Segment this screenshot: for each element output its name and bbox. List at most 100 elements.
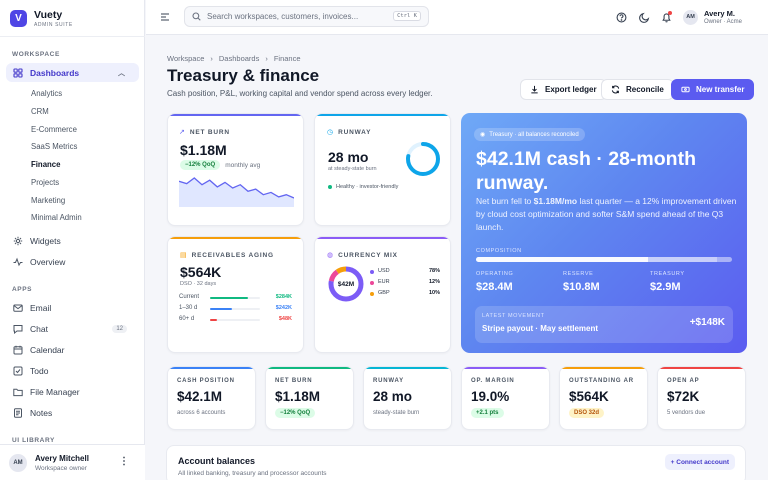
account-label: RESERVE [563,271,594,277]
hero-title: $42.1M cash · 28-month runway. [476,148,696,194]
aging-row: 60+ d $48K [179,316,292,324]
kpi-card: NET BURN $1.18M −12% QoQ [265,366,354,430]
treasury-hero-card: ◉ Treasury · all balances reconciled $42… [461,113,747,353]
latest-movement[interactable]: LATEST MOVEMENT Stripe payout · May sett… [475,306,733,343]
card-accent [315,237,450,239]
moon-icon[interactable] [637,10,651,24]
sidebar-item-todo[interactable]: Todo [6,361,139,380]
aging-track [210,318,260,321]
aging-fill [210,307,232,310]
sidebar-item-email[interactable]: Email [6,298,139,317]
kpi-card: OUTSTANDING AR $564K DSO 32d [559,366,648,430]
kpi-sub: 5 vendors due [667,407,705,416]
button-label: New transfer [696,85,745,94]
sidebar-sub-finance[interactable]: Finance [31,160,60,169]
notification-dot [668,11,672,15]
page-description: Cash position, P&L, working capital and … [167,89,433,98]
kpi-label: OP. MARGIN [471,378,515,384]
aging-track [210,307,260,310]
dashboard-icon [13,67,23,78]
new-transfer-button[interactable]: New transfer [671,79,755,100]
receivables-note: DSO · 32 days [180,281,217,287]
section-ui-library: UI LIBRARY [12,437,55,444]
composition-segment [476,257,648,262]
currency-legend-item: GBP 10% [370,290,440,298]
section-title: Account balances [178,456,256,466]
export-ledger-button[interactable]: Export ledger [520,79,607,100]
shortcut-hint: Ctrl K [393,11,421,21]
kpi-sub: +2.1 pts [471,407,504,418]
folder-icon [13,388,23,396]
card-label: CURRENCY MIX [338,251,398,259]
kpi-sub: across 6 accounts [177,407,225,416]
kpi-value: 19.0% [471,389,510,404]
kpi-sub: −12% QoQ [275,407,316,418]
kpi-subtext: 5 vendors due [667,410,706,416]
movement-value: +$148K [689,317,725,328]
sidebar-item-file-manager[interactable]: File Manager [6,382,139,401]
runway-value: 28 mo [328,149,369,165]
widgets-icon [13,236,23,245]
card-accent [266,367,353,369]
movement-label: LATEST MOVEMENT [482,313,545,319]
kpi-value: 28 mo [373,389,413,404]
legend-pct: 78% [428,268,440,274]
sidebar-item-label: Email [30,302,52,313]
sidebar-sub-ecommerce[interactable]: E-Commerce [31,125,77,134]
kpi-sub: steady-state burn [373,407,419,416]
sidebar-item-overview[interactable]: Overview [6,252,139,271]
sidebar-sub-minimal-admin[interactable]: Minimal Admin [31,213,82,222]
sidebar-item-chat[interactable]: Chat 12 [6,319,139,338]
card-label: RECEIVABLES AGING [191,251,274,259]
button-label: Reconcile [626,85,664,94]
breadcrumb-item[interactable]: Dashboards [219,54,259,63]
brand[interactable]: V Vuety ADMIN SUITE [10,9,73,28]
legend-dot [370,291,374,296]
sidebar-item-dashboards[interactable]: Dashboards ︿ [6,63,139,82]
topbar-user[interactable]: AM Avery M. Owner · Acme [683,9,742,25]
account-label: OPERATING [476,271,514,277]
sidebar-sub-marketing[interactable]: Marketing [31,196,65,205]
runway-gauge [406,142,440,176]
hero-text-part: Net burn fell to [476,196,534,206]
sidebar-user[interactable]: AM Avery Mitchell Workspace owner ⋮ [0,444,145,480]
card-accent [168,367,255,369]
currency-legend-item: EUR 12% [370,279,440,287]
legend-pct: 12% [428,279,440,285]
sidebar-sub-projects[interactable]: Projects [31,178,59,187]
sidebar-sub-analytics[interactable]: Analytics [31,89,62,98]
connect-account-button[interactable]: + Connect account [664,454,735,470]
kpi-badge: −12% QoQ [275,408,316,418]
sidebar-sub-saas-metrics[interactable]: SaaS Metrics [31,142,77,151]
sidebar-item-widgets[interactable]: Widgets [6,231,139,250]
composition-segment [647,257,717,262]
sidebar-item-notes[interactable]: Notes [6,403,139,422]
help-icon[interactable] [614,10,628,24]
sidebar-item-label: Widgets [30,235,61,246]
reconcile-button[interactable]: Reconcile [601,79,674,100]
chat-count-badge: 12 [112,324,127,333]
brand-logo: V [10,10,27,27]
avatar: AM [683,9,698,25]
bell-icon[interactable] [659,10,673,24]
breadcrumb-item: Finance [273,54,301,63]
search-input[interactable]: Search workspaces, customers, invoices..… [184,6,429,27]
hero-text: Net burn fell to $1.18M/mo last quarter … [476,195,738,234]
more-vertical-icon[interactable]: ⋮ [119,456,129,467]
sidebar-item-label: Overview [30,256,66,267]
account-value: $10.8M [563,281,600,293]
kpi-card: OP. MARGIN 19.0% +2.1 pts [461,366,550,430]
legend-pct: 10% [428,290,440,296]
sidebar-item-label: Dashboards [30,67,80,78]
card-accent [658,367,745,369]
activity-icon [13,257,23,266]
sidebar-item-calendar[interactable]: Calendar [6,340,139,359]
card-accent [168,237,303,239]
aging-fill [210,296,248,299]
breadcrumb-item[interactable]: Workspace [167,54,204,63]
movement-text: Stripe payout · May settlement [482,324,599,333]
card-accent [315,114,450,116]
menu-icon[interactable] [160,12,170,24]
chat-icon [13,324,23,334]
sidebar-sub-crm[interactable]: CRM [31,107,49,116]
